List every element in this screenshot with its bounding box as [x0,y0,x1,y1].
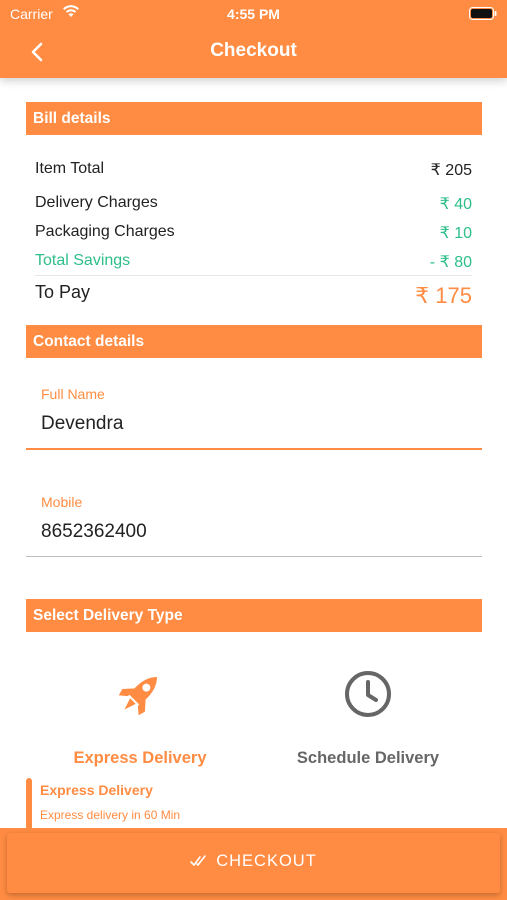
schedule-delivery-option[interactable]: Schedule Delivery [254,666,482,768]
total-savings-value: - ₹ 80 [429,254,472,271]
checkout-content[interactable]: Bill details Item Total ₹ 205 Delivery C… [0,78,507,830]
to-pay-value: ₹ 175 [415,283,472,308]
total-savings-label: Total Savings [35,252,131,269]
express-delivery-info: Express Delivery Express delivery in 60 … [26,778,482,830]
mobile-label: Mobile [41,494,83,510]
mobile-field[interactable]: 8652362400 [41,521,147,543]
contact-details-header: Contact details [26,325,482,358]
bill-divider [35,275,472,276]
checkout-button[interactable]: CHECKOUT [7,833,500,893]
to-pay-label: To Pay [35,282,91,302]
delivery-charges-label: Delivery Charges [35,194,158,211]
selected-delivery-desc: Express delivery in 60 Min [40,808,181,822]
app-header: Carrier 4:55 PM Checkout [0,0,507,78]
clock-icon [340,666,396,722]
rocket-icon [112,666,168,722]
delivery-type-header: Select Delivery Type [26,599,482,632]
packaging-charges-value: ₹ 10 [439,225,472,242]
double-check-icon [190,854,208,873]
schedule-delivery-label: Schedule Delivery [296,749,440,767]
battery-icon [469,7,497,23]
full-name-field[interactable]: Devendra [41,413,123,435]
info-accent-bar [26,778,32,830]
bill-details-header: Bill details [26,102,482,135]
full-name-label: Full Name [41,386,105,402]
item-total-value: ₹ 205 [430,162,472,179]
to-pay-row: To Pay ₹ 175 [35,282,472,312]
express-delivery-label: Express Delivery [73,749,207,767]
status-bar: Carrier 4:55 PM [0,0,507,28]
express-delivery-option[interactable]: Express Delivery [26,666,254,768]
full-name-underline [26,448,482,450]
mobile-underline [26,556,482,557]
delivery-options: Express Delivery Schedule Delivery [26,666,482,768]
item-total-label: Item Total [35,160,105,177]
bottom-bar: CHECKOUT [0,828,507,900]
page-title: Checkout [210,40,297,61]
selected-delivery-title: Express Delivery [40,782,153,798]
packaging-charges-label: Packaging Charges [35,223,175,240]
delivery-charges-value: ₹ 40 [439,196,472,213]
status-time: 4:55 PM [227,6,280,22]
checkout-label: CHECKOUT [216,852,317,870]
